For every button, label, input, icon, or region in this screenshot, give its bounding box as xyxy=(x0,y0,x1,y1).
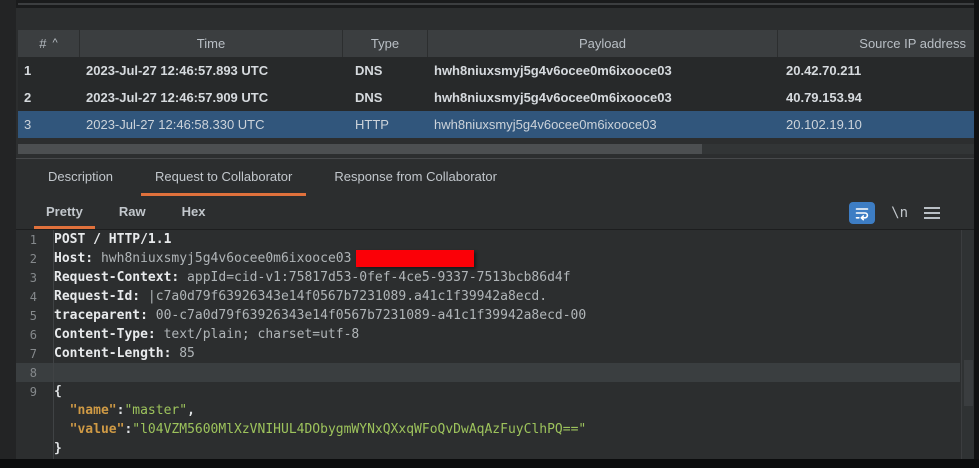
left-border-strip xyxy=(0,0,16,468)
json-key: "name" xyxy=(69,403,117,418)
header-name: Host: xyxy=(54,251,94,266)
sort-ascending-icon: ^ xyxy=(52,36,58,49)
line-number: 9 xyxy=(29,384,37,399)
editor-toolbar: \n xyxy=(849,196,940,229)
line-number: 8 xyxy=(29,365,37,380)
tab-raw[interactable]: Raw xyxy=(107,196,158,229)
code-line: 5 traceparent: 00-c7a0d79f63926343e14f05… xyxy=(16,306,974,325)
column-header-source-ip[interactable]: Source IP address xyxy=(778,30,974,57)
editor-vertical-scrollbar[interactable] xyxy=(961,230,974,459)
header-value: appId=cid-v1:75817d53-0fef-4ce5-9337-751… xyxy=(179,270,571,285)
table-row[interactable]: 1 2023-Jul-27 12:46:57.893 UTC DNS hwh8n… xyxy=(18,57,974,84)
cell-payload: hwh8niuxsmyj5g4v6ocee0m6ixooce03 xyxy=(434,90,672,105)
header-name: traceparent: xyxy=(54,308,148,323)
line-number: 4 xyxy=(29,289,37,304)
detail-tab-bar: Description Request to Collaborator Resp… xyxy=(16,159,974,196)
table-row[interactable]: 2 2023-Jul-27 12:46:57.909 UTC DNS hwh8n… xyxy=(18,84,974,111)
header-name: Request-Id: xyxy=(54,289,141,304)
header-value: text/plain; charset=utf-8 xyxy=(155,327,360,342)
cell-number: 1 xyxy=(24,63,32,78)
tab-pretty[interactable]: Pretty xyxy=(34,196,95,229)
top-divider-line xyxy=(18,3,974,5)
table-header-row: # ^ Time Type Payload Source IP address xyxy=(18,30,974,57)
cell-source-ip: 40.79.153.94 xyxy=(786,90,862,105)
table-row-selected[interactable]: 3 2023-Jul-27 12:46:58.330 UTC HTTP hwh8… xyxy=(18,111,974,138)
request-line: POST / HTTP/1.1 xyxy=(54,232,172,247)
code-line: 4 Request-Id: |c7a0d79f63926343e14f0567b… xyxy=(16,287,974,306)
column-header-time[interactable]: Time xyxy=(80,30,343,57)
bottom-border-strip xyxy=(0,459,979,468)
code-line: "value":"l04VZM5600MlXzVNIHUL4DObygmWYNx… xyxy=(69,422,587,437)
cell-time: 2023-Jul-27 12:46:57.909 UTC xyxy=(86,90,269,105)
code-line: 7 Content-Length: 85 xyxy=(16,344,974,363)
code-line: } xyxy=(16,439,974,458)
cell-payload: hwh8niuxsmyj5g4v6ocee0m6ixooce03 xyxy=(434,63,672,78)
code-line: 3 Request-Context: appId=cid-v1:75817d53… xyxy=(16,268,974,287)
view-mode-bar: Pretty Raw Hex \n xyxy=(16,196,974,229)
line-number: 1 xyxy=(29,232,37,247)
code-line: 2 Host: hwh8niuxsmyj5g4v6ocee0m6ixooce03 xyxy=(16,249,974,268)
word-wrap-toggle-button[interactable] xyxy=(849,201,876,224)
tab-request-to-collaborator[interactable]: Request to Collaborator xyxy=(141,159,307,196)
cell-number: 2 xyxy=(24,90,32,105)
column-header-payload[interactable]: Payload xyxy=(428,30,778,57)
request-editor[interactable]: 1 POST / HTTP/1.1 2 Host: hwh8niuxsmyj5g… xyxy=(16,230,974,459)
json-string-value: "master" xyxy=(124,403,188,418)
tab-description[interactable]: Description xyxy=(34,159,127,196)
cell-time: 2023-Jul-27 12:46:58.330 UTC xyxy=(86,117,265,132)
header-value: hwh8niuxsmyj5g4v6ocee0m6ixooce03 xyxy=(93,251,352,266)
cell-source-ip: 20.102.19.10 xyxy=(786,117,862,132)
cell-number: 3 xyxy=(24,117,32,132)
column-header-number-label: # xyxy=(39,36,47,51)
interactions-table: # ^ Time Type Payload Source IP address … xyxy=(18,30,974,138)
json-key: "value" xyxy=(69,422,125,437)
line-number: 7 xyxy=(29,346,37,361)
cell-source-ip: 20.42.70.211 xyxy=(786,63,862,78)
column-header-type[interactable]: Type xyxy=(343,30,428,57)
code-line: 1 POST / HTTP/1.1 xyxy=(16,230,974,249)
show-newlines-button[interactable]: \n xyxy=(891,205,908,221)
header-name: Content-Type: xyxy=(54,327,156,342)
line-number: 2 xyxy=(29,251,37,266)
line-number: 3 xyxy=(29,270,37,285)
header-value: 85 xyxy=(171,346,195,361)
line-number: 6 xyxy=(29,327,37,342)
tab-response-from-collaborator[interactable]: Response from Collaborator xyxy=(320,159,511,196)
table-horizontal-scrollbar[interactable] xyxy=(18,144,974,154)
scrollbar-thumb[interactable] xyxy=(18,144,702,154)
code-line: "name":"master", xyxy=(69,403,195,418)
cell-type: DNS xyxy=(355,90,383,105)
redacted-host-suffix xyxy=(356,250,475,267)
cell-type: DNS xyxy=(355,63,383,78)
code-line-cursor: 8 xyxy=(16,363,960,382)
header-value: |c7a0d79f63926343e14f0567b7231089.a41c1f… xyxy=(140,289,548,304)
scrollbar-thumb[interactable] xyxy=(964,360,973,406)
code-line: 6 Content-Type: text/plain; charset=utf-… xyxy=(16,325,974,344)
tab-hex[interactable]: Hex xyxy=(170,196,218,229)
column-header-number[interactable]: # ^ xyxy=(18,30,80,57)
header-value: 00-c7a0d79f63926343e14f0567b7231089-a41c… xyxy=(147,308,587,323)
cell-payload: hwh8niuxsmyj5g4v6ocee0m6ixooce03 xyxy=(434,117,657,132)
right-border-strip xyxy=(974,0,979,468)
cell-type: HTTP xyxy=(355,117,389,132)
gutter-divider xyxy=(53,230,54,459)
word-wrap-icon xyxy=(855,207,869,220)
header-name: Content-Length: xyxy=(54,346,172,361)
code-line: 9 { xyxy=(16,382,974,401)
cell-time: 2023-Jul-27 12:46:57.893 UTC xyxy=(86,63,269,78)
collaborator-panel: # ^ Time Type Payload Source IP address … xyxy=(0,0,979,468)
json-string-value: "l04VZM5600MlXzVNIHUL4DObygmWYNxQXxqWFoQ… xyxy=(132,422,587,437)
editor-menu-icon[interactable] xyxy=(924,206,940,219)
header-name: Request-Context: xyxy=(54,270,180,285)
line-number: 5 xyxy=(29,308,37,323)
